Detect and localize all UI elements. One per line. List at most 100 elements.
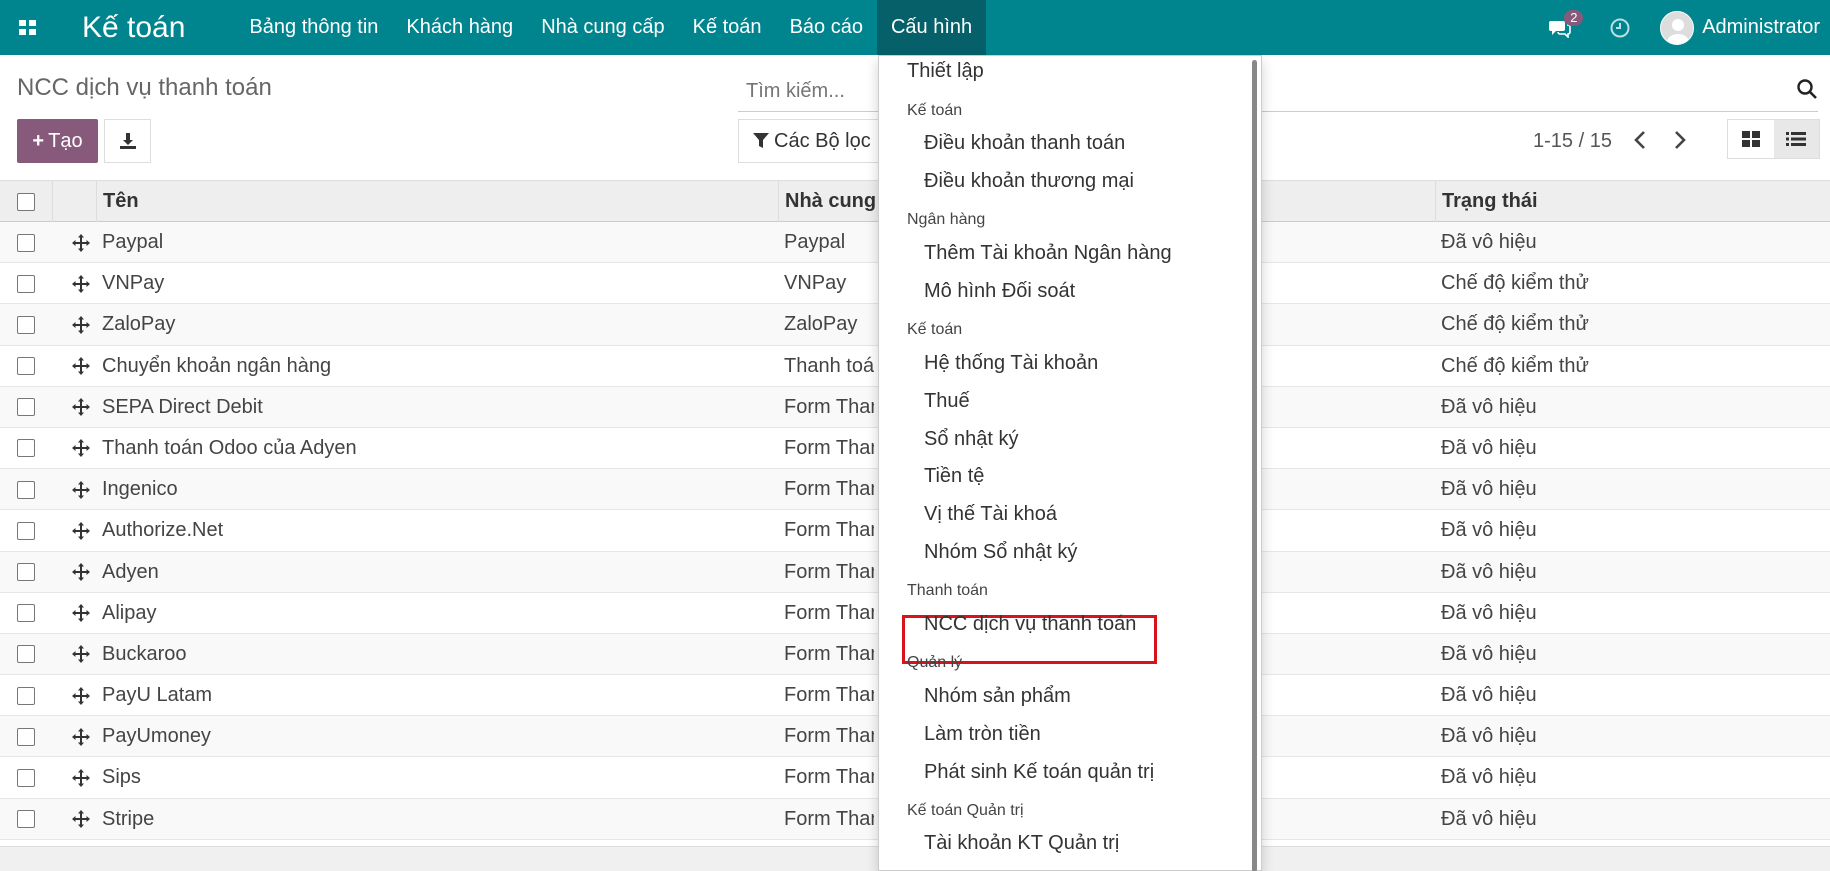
select-all-checkbox-cell[interactable] (17, 181, 35, 222)
dropdown-menu-item[interactable]: Thiết lập (907, 60, 984, 83)
row-checkbox[interactable] (17, 645, 35, 664)
drag-handle-icon[interactable] (71, 428, 91, 469)
menu-customers[interactable]: Khách hàng (392, 0, 527, 55)
menu-item-payment-providers[interactable]: NCC dịch vụ thanh toán (924, 613, 1136, 636)
row-checkbox[interactable] (17, 686, 35, 705)
dropdown-menu-item[interactable]: Điều khoản thương mại (924, 170, 1134, 193)
row-checkbox[interactable] (17, 521, 35, 540)
list-view-button[interactable] (1773, 120, 1819, 158)
row-status: Đã vô hiệu (1441, 436, 1537, 459)
dropdown-menu-item[interactable]: Làm tròn tiền (924, 723, 1041, 746)
row-checkbox-cell[interactable] (17, 716, 35, 757)
dropdown-scrollbar[interactable] (1252, 60, 1257, 871)
drag-handle-icon[interactable] (71, 593, 91, 634)
drag-handle-icon[interactable] (71, 304, 91, 345)
apps-grid-icon[interactable] (0, 0, 55, 55)
drag-handle-icon[interactable] (71, 552, 91, 593)
row-checkbox[interactable] (17, 810, 35, 829)
drag-handle-icon[interactable] (71, 469, 91, 510)
drag-handle-icon[interactable] (71, 510, 91, 551)
row-checkbox[interactable] (17, 563, 35, 581)
dropdown-menu-item[interactable]: Thêm Tài khoản Ngân hàng (924, 242, 1172, 265)
pager-value[interactable]: 1-15 / 15 (1533, 130, 1612, 153)
drag-handle-icon[interactable] (71, 675, 91, 716)
drag-handle-icon[interactable] (71, 222, 91, 263)
column-header-name[interactable]: Tên (96, 181, 139, 222)
row-status: Chế độ kiểm thử (1441, 313, 1589, 336)
row-checkbox[interactable] (17, 768, 35, 787)
drag-handle-icon[interactable] (71, 757, 91, 798)
dropdown-menu-item[interactable]: Hệ thống Tài khoản (924, 352, 1098, 375)
drag-handle-icon[interactable] (71, 346, 91, 387)
dropdown-menu-item[interactable]: Điều khoản thanh toán (924, 132, 1125, 155)
row-checkbox-cell[interactable] (17, 675, 35, 716)
drag-handle-icon[interactable] (71, 387, 91, 428)
menu-section-header: Quản lý (907, 654, 963, 671)
search-icon[interactable] (1796, 78, 1818, 105)
row-checkbox[interactable] (17, 439, 35, 458)
dropdown-menu-item[interactable]: Vị thế Tài khoá (924, 503, 1057, 526)
dropdown-menu-item[interactable]: Nhóm sản phẩm (924, 685, 1071, 708)
row-status: Đã vô hiệu (1441, 642, 1537, 665)
column-header-status[interactable]: Trạng thái (1435, 181, 1538, 222)
row-checkbox[interactable] (17, 480, 35, 499)
filters-button[interactable]: Các Bộ lọc (738, 119, 898, 163)
row-checkbox-cell[interactable] (17, 428, 35, 469)
menu-configuration[interactable]: Cấu hình (876, 0, 987, 55)
menu-reporting[interactable]: Báo cáo (776, 0, 877, 55)
export-button[interactable] (104, 119, 151, 163)
row-checkbox-cell[interactable] (17, 346, 35, 387)
dropdown-menu-item[interactable]: Nhóm Sổ nhật ký (924, 541, 1077, 564)
row-checkbox[interactable] (17, 604, 35, 623)
row-checkbox[interactable] (17, 357, 35, 376)
row-status: Đã vô hiệu (1441, 684, 1537, 707)
menu-vendors[interactable]: Nhà cung cấp (527, 0, 678, 55)
dropdown-menu-item[interactable]: Tiền tệ (924, 465, 984, 488)
row-provider: Form Than (784, 560, 874, 583)
row-checkbox-cell[interactable] (17, 469, 35, 510)
dropdown-menu-item[interactable]: Sổ nhật ký (924, 428, 1019, 451)
create-button[interactable]: + Tạo (17, 119, 98, 163)
dropdown-menu-item[interactable]: Tài khoản KT Quản trị (924, 832, 1119, 855)
row-provider: Form Than (784, 395, 874, 418)
row-checkbox-cell[interactable] (17, 593, 35, 634)
row-checkbox-cell[interactable] (17, 387, 35, 428)
row-checkbox-cell[interactable] (17, 222, 35, 263)
row-checkbox[interactable] (17, 274, 35, 293)
column-header-provider[interactable]: Nhà cung (778, 181, 876, 222)
row-checkbox-cell[interactable] (17, 799, 35, 840)
drag-handle-icon[interactable] (71, 799, 91, 840)
chevron-right-icon (1675, 131, 1686, 149)
menu-dashboard[interactable]: Bảng thông tin (235, 0, 392, 55)
dropdown-menu-item[interactable]: Mô hình Đối soát (924, 280, 1075, 303)
row-checkbox-cell[interactable] (17, 757, 35, 798)
row-status: Chế độ kiểm thử (1441, 354, 1589, 377)
pager-next-button[interactable] (1673, 130, 1687, 155)
row-checkbox-cell[interactable] (17, 304, 35, 345)
drag-handle-icon[interactable] (71, 634, 91, 675)
activities-button[interactable] (1600, 0, 1640, 55)
row-checkbox[interactable] (17, 727, 35, 746)
select-all-checkbox[interactable] (17, 192, 35, 211)
user-name[interactable]: Administrator (1702, 16, 1820, 39)
drag-handle-icon[interactable] (71, 263, 91, 304)
row-name: Authorize.Net (102, 519, 224, 542)
dropdown-menu-item[interactable]: Thuế (924, 390, 970, 413)
row-checkbox-cell[interactable] (17, 634, 35, 675)
menu-accounting[interactable]: Kế toán (679, 0, 776, 55)
row-checkbox[interactable] (17, 315, 35, 334)
kanban-view-button[interactable] (1728, 120, 1774, 158)
row-checkbox[interactable] (17, 233, 35, 252)
drag-handle-icon[interactable] (71, 716, 91, 757)
row-provider: Form Than (784, 766, 874, 789)
user-avatar[interactable] (1660, 10, 1695, 45)
app-title[interactable]: Kế toán (82, 11, 185, 45)
row-name: Ingenico (102, 478, 178, 501)
pager-previous-button[interactable] (1633, 130, 1647, 155)
row-checkbox[interactable] (17, 398, 35, 417)
dropdown-menu-item[interactable]: Phát sinh Kế toán quản trị (924, 761, 1154, 784)
messages-button[interactable]: 2 (1540, 0, 1584, 55)
row-checkbox-cell[interactable] (17, 263, 35, 304)
row-checkbox-cell[interactable] (17, 552, 35, 593)
row-checkbox-cell[interactable] (17, 510, 35, 551)
